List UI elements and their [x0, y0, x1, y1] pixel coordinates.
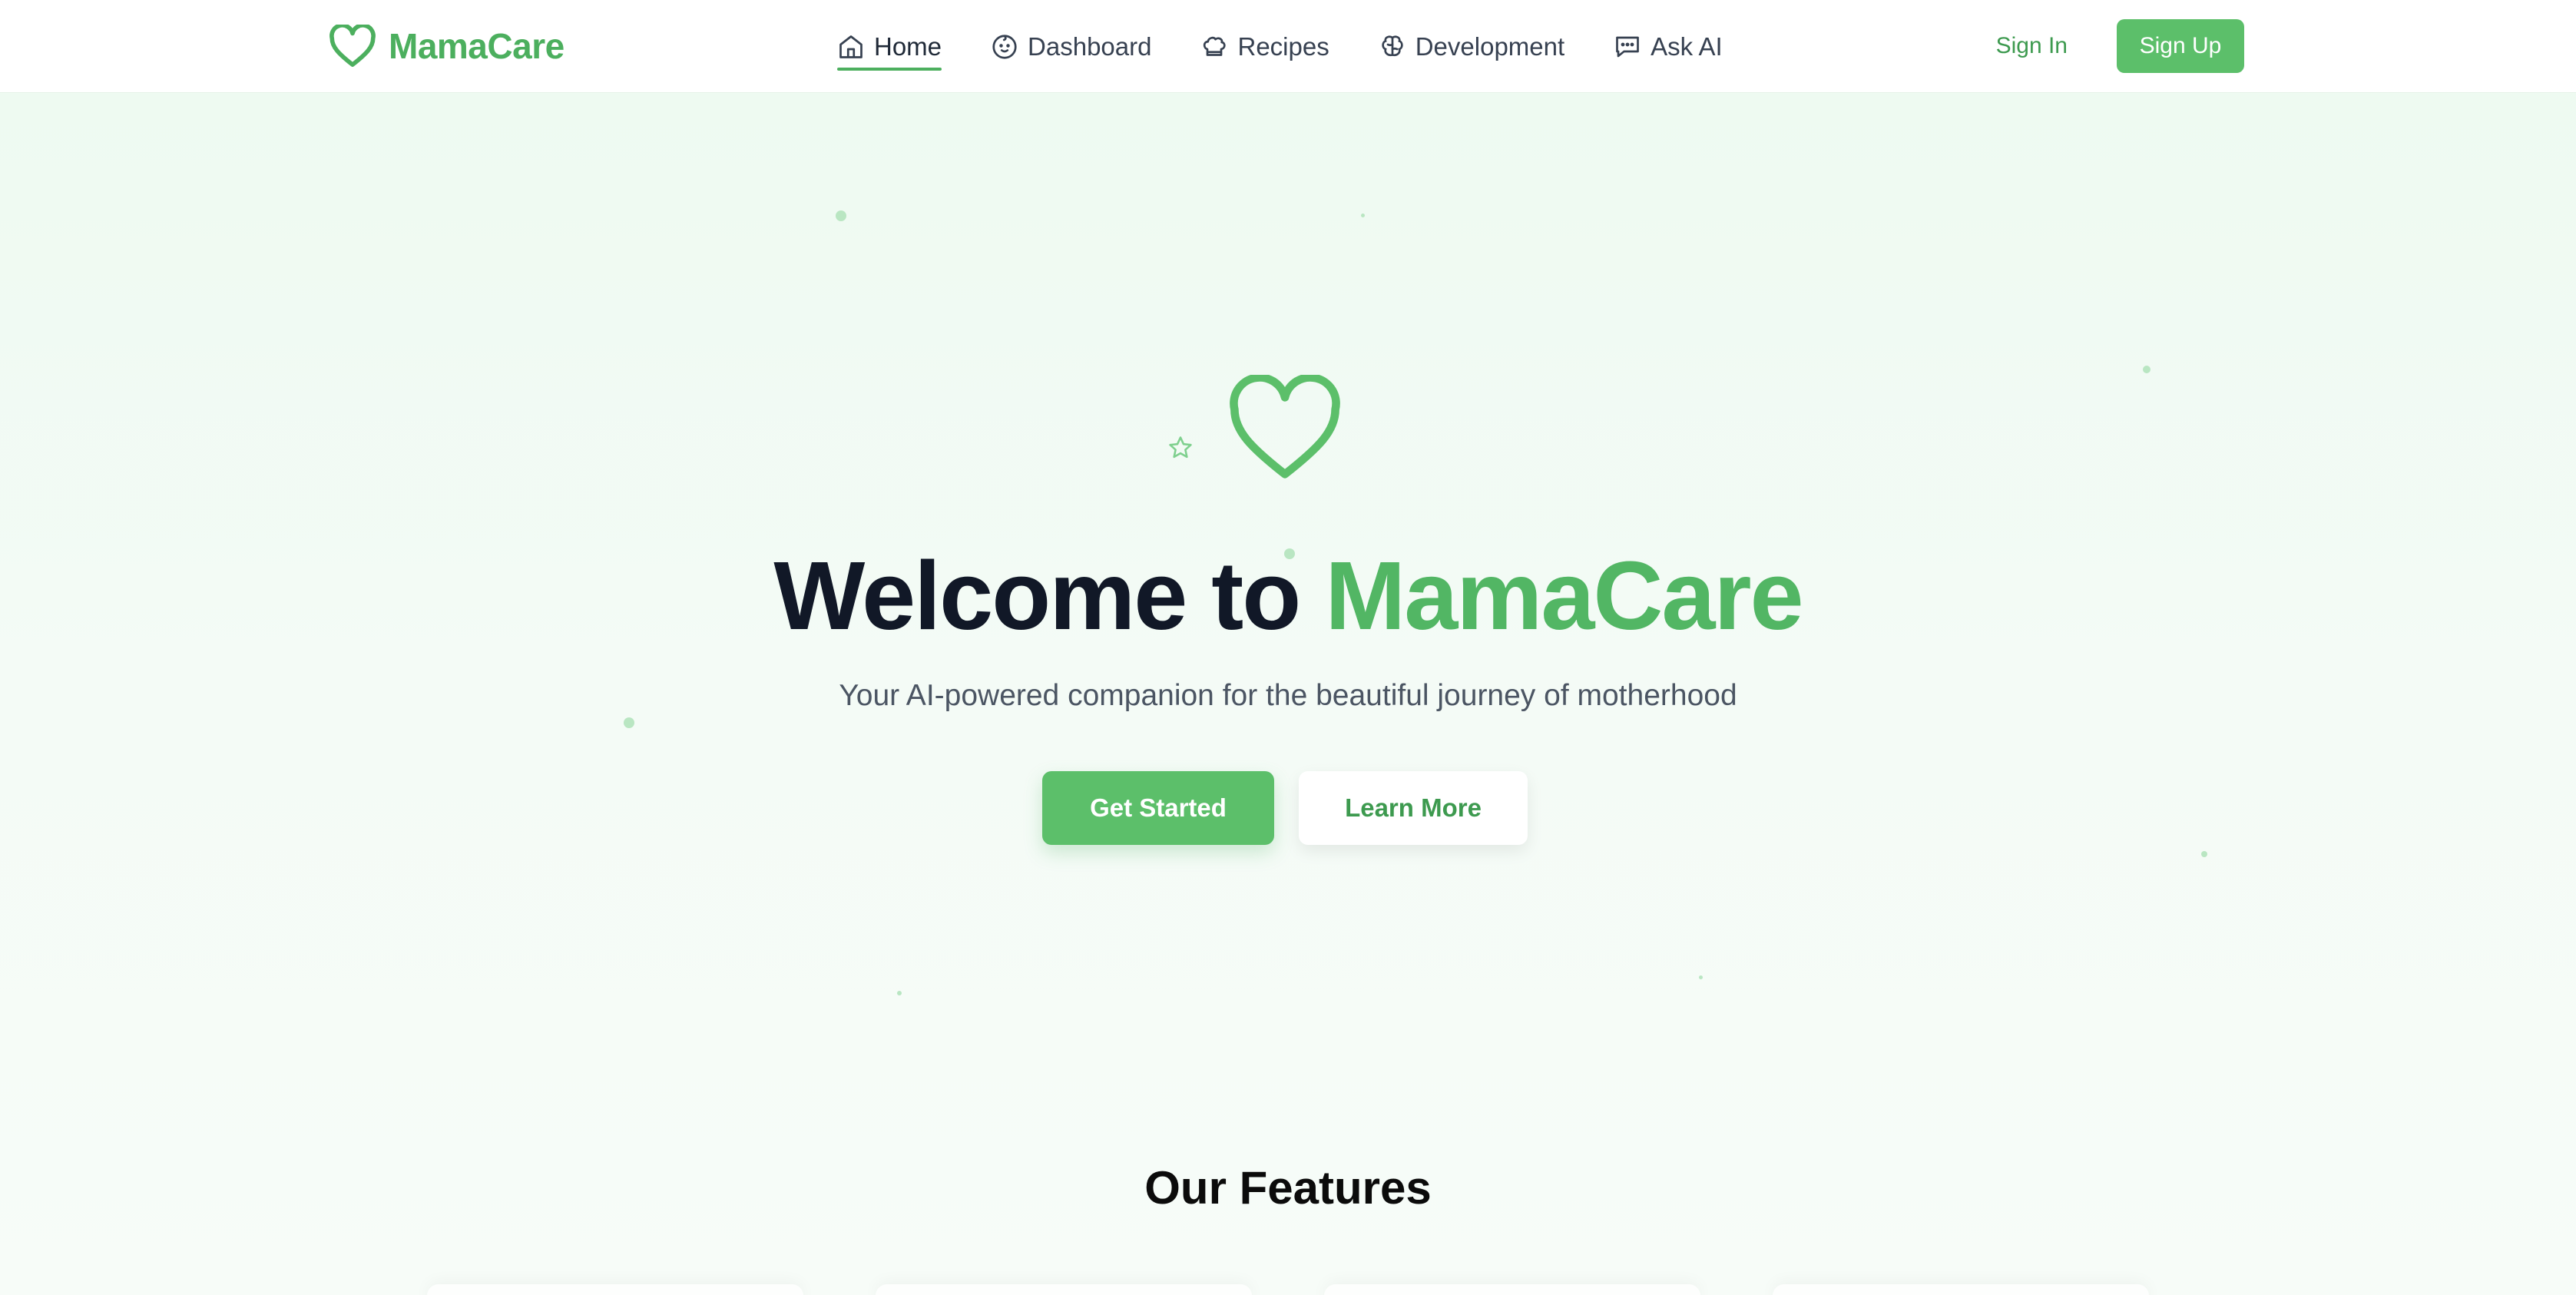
- nav-item-label: Dashboard: [1028, 32, 1152, 61]
- feature-card: [1773, 1284, 2149, 1295]
- decorative-dot: [836, 210, 846, 221]
- auth-actions: Sign In Sign Up: [1996, 19, 2244, 73]
- hero-subtitle: Your AI-powered companion for the beauti…: [839, 679, 1737, 712]
- decorative-dot: [1361, 214, 1365, 217]
- nav-item-dashboard[interactable]: Dashboard: [991, 23, 1151, 71]
- brand-name: MamaCare: [389, 26, 565, 66]
- hero-actions: Get Started Learn More: [1042, 771, 1528, 845]
- decorative-dot: [624, 717, 634, 728]
- feature-card: [427, 1284, 803, 1295]
- nav-item-ask-ai[interactable]: Ask AI: [1614, 23, 1723, 71]
- hero-section: Welcome to MamaCare Your AI-powered comp…: [0, 92, 2576, 1295]
- hero-title-prefix: Welcome to: [773, 542, 1301, 650]
- chat-icon: [1616, 36, 1640, 58]
- sign-in-link[interactable]: Sign In: [1996, 33, 2068, 59]
- nav-item-label: Ask AI: [1651, 32, 1723, 61]
- nav-item-home[interactable]: Home: [837, 23, 942, 71]
- brand-logo[interactable]: MamaCare: [329, 22, 565, 71]
- decorative-dot: [897, 991, 902, 995]
- star-icon: [1169, 436, 1192, 459]
- nav-item-label: Recipes: [1237, 32, 1329, 61]
- heart-logo-icon: [329, 25, 376, 67]
- nav-item-label: Home: [874, 32, 942, 61]
- nav-item-development[interactable]: Development: [1379, 23, 1564, 71]
- heart-icon: [1230, 375, 1340, 479]
- hero-title-accent: MamaCare: [1325, 542, 1803, 650]
- feature-card: [1324, 1284, 1700, 1295]
- decorative-dot: [2143, 366, 2151, 373]
- learn-more-button[interactable]: Learn More: [1299, 771, 1528, 845]
- main-nav: Home Dashboard Recipes Development Ask A…: [837, 23, 1723, 71]
- nav-item-label: Development: [1415, 32, 1565, 61]
- get-started-button[interactable]: Get Started: [1042, 771, 1274, 845]
- hero-title: Welcome to MamaCare: [0, 542, 2576, 650]
- baby-face-icon: [992, 35, 1017, 59]
- top-navbar: MamaCare Home Dashboard Recipes Developm…: [0, 0, 2576, 92]
- feature-card: [876, 1284, 1252, 1295]
- brain-icon: [1382, 35, 1403, 57]
- decorative-dot: [1699, 975, 1703, 979]
- sign-up-button[interactable]: Sign Up: [2117, 19, 2244, 73]
- chef-hat-icon: [1204, 36, 1227, 56]
- nav-item-recipes[interactable]: Recipes: [1200, 23, 1329, 71]
- home-icon: [839, 35, 863, 58]
- features-heading: Our Features: [1144, 1162, 1432, 1214]
- decorative-dot: [2201, 851, 2207, 857]
